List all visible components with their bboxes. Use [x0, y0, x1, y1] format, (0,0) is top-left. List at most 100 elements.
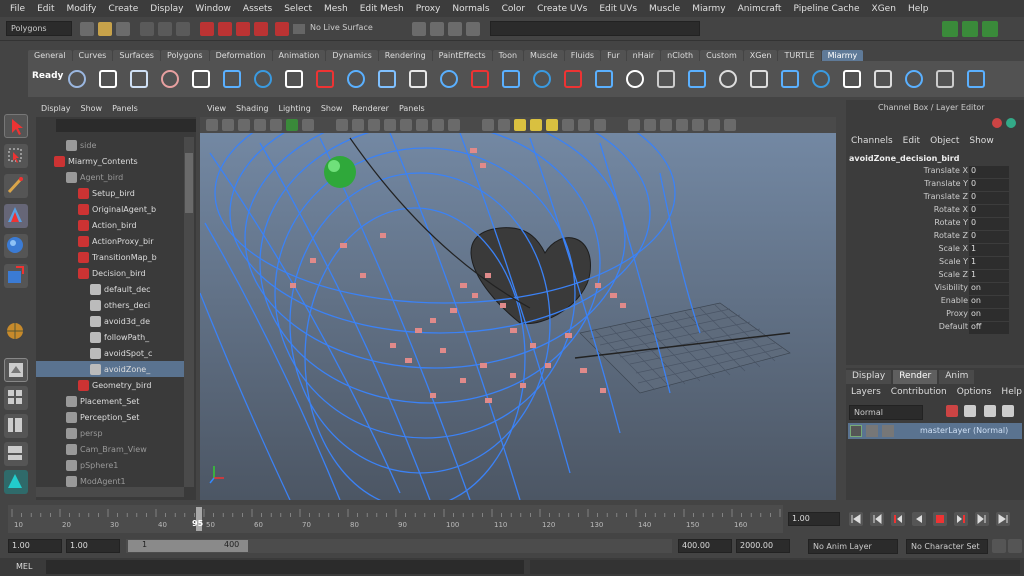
- auto-key-icon[interactable]: [992, 539, 1006, 553]
- menu-display[interactable]: Display: [144, 4, 189, 14]
- shelf-tool-21-icon[interactable]: [688, 70, 706, 88]
- shelf-tab-painteffects[interactable]: PaintEffects: [432, 50, 492, 61]
- shelf-tool-28-icon[interactable]: [905, 70, 923, 88]
- step-back-key-icon[interactable]: [891, 512, 905, 526]
- rotate-tool-icon[interactable]: [4, 234, 28, 258]
- channel-attr-row[interactable]: Scale Y1: [846, 257, 1024, 270]
- layer-tab-render[interactable]: Render: [893, 370, 938, 384]
- menu-mesh[interactable]: Mesh: [318, 4, 354, 14]
- shelf-tab-surfaces[interactable]: Surfaces: [113, 50, 160, 61]
- range-slider-handle[interactable]: 1 400: [128, 540, 248, 552]
- shelf-tab-toon[interactable]: Toon: [492, 50, 524, 61]
- shelf-tool-11-icon[interactable]: [378, 70, 396, 88]
- shelf-tool-19-icon[interactable]: [626, 70, 644, 88]
- shelf-tool-26-icon[interactable]: [843, 70, 861, 88]
- shelf-tool-27-icon[interactable]: [874, 70, 892, 88]
- menu-animcraft[interactable]: Animcraft: [732, 4, 788, 14]
- channel-attr-value[interactable]: on: [969, 283, 1009, 295]
- outliner-row[interactable]: ActionProxy_bir: [36, 233, 184, 249]
- stop-icon[interactable]: [933, 512, 947, 526]
- layer-new-icon[interactable]: [946, 405, 958, 417]
- viewport-tool-7-icon[interactable]: [302, 119, 314, 131]
- four-pane-layout-icon[interactable]: [4, 386, 28, 410]
- shelf-tool-30-icon[interactable]: [967, 70, 985, 88]
- outliner-row[interactable]: avoid3d_de: [36, 313, 184, 329]
- outliner-scroll-thumb[interactable]: [185, 153, 193, 213]
- render-frame-icon[interactable]: [430, 22, 444, 36]
- outliner-row[interactable]: Miarmy_Contents: [36, 153, 184, 169]
- magnet-icon[interactable]: [275, 22, 289, 36]
- viewport-menu-renderer[interactable]: Renderer: [347, 104, 394, 113]
- viewport-tool-23-icon[interactable]: [594, 119, 606, 131]
- shelf-tab-deformation[interactable]: Deformation: [209, 50, 272, 61]
- universal-manipulator-icon[interactable]: [4, 320, 28, 344]
- shelf-tool-5-icon[interactable]: [192, 70, 210, 88]
- layer-mode-dropdown[interactable]: Normal: [849, 405, 923, 420]
- layer-menu-options[interactable]: Options: [952, 387, 997, 399]
- shelf-tool-22-icon[interactable]: [719, 70, 737, 88]
- outliner-filter-field[interactable]: [56, 119, 196, 132]
- outliner-menu-panels[interactable]: Panels: [107, 104, 143, 113]
- shelf-tool-13-icon[interactable]: [440, 70, 458, 88]
- viewport-tool-24-icon[interactable]: [628, 119, 640, 131]
- channel-attr-value[interactable]: 1: [969, 244, 1009, 256]
- menu-create[interactable]: Create: [102, 4, 144, 14]
- anim-layer-dropdown[interactable]: No Anim Layer: [808, 539, 898, 554]
- outliner-row[interactable]: TransitionMap_b: [36, 249, 184, 265]
- outliner-menu-display[interactable]: Display: [36, 104, 76, 113]
- channel-attr-row[interactable]: Enable on: [846, 296, 1024, 309]
- menu-miarmy[interactable]: Miarmy: [686, 4, 731, 14]
- menu-edit-uvs[interactable]: Edit UVs: [593, 4, 643, 14]
- outliner-menu-show[interactable]: Show: [76, 104, 108, 113]
- layer-menu-layers[interactable]: Layers: [846, 387, 886, 399]
- layer-settings-icon[interactable]: [882, 425, 894, 437]
- character-set-dropdown[interactable]: No Character Set: [906, 539, 988, 554]
- menu-edit[interactable]: Edit: [31, 4, 60, 14]
- outliner-row[interactable]: ModAgent1: [36, 473, 184, 487]
- shelf-tab-xgen[interactable]: XGen: [743, 50, 778, 61]
- outliner-row[interactable]: Geometry_bird: [36, 377, 184, 393]
- channel-attr-row[interactable]: Translate Z0: [846, 192, 1024, 205]
- outliner-row[interactable]: persp: [36, 425, 184, 441]
- viewport-tool-6-icon[interactable]: [286, 119, 298, 131]
- outliner-row[interactable]: default_dec: [36, 281, 184, 297]
- menu-edit-mesh[interactable]: Edit Mesh: [354, 4, 410, 14]
- shelf-tab-general[interactable]: General: [28, 50, 72, 61]
- viewport-canvas[interactable]: [200, 133, 836, 500]
- shelf-tool-4-icon[interactable]: [161, 70, 179, 88]
- outliner-scrollbar[interactable]: [184, 137, 194, 487]
- menu-file[interactable]: File: [4, 4, 31, 14]
- viewport-tool-22-icon[interactable]: [578, 119, 590, 131]
- menu-assets[interactable]: Assets: [237, 4, 278, 14]
- viewport-menu-shading[interactable]: Shading: [231, 104, 274, 113]
- viewport-tool-10-icon[interactable]: [368, 119, 380, 131]
- render-view-icon[interactable]: [412, 22, 426, 36]
- channel-menu-edit[interactable]: Edit: [898, 136, 925, 146]
- master-layer-row[interactable]: masterLayer (Normal): [848, 423, 1022, 439]
- select-component-icon[interactable]: [176, 22, 190, 36]
- viewport-menu-show[interactable]: Show: [316, 104, 348, 113]
- outliner-row[interactable]: others_deci: [36, 297, 184, 313]
- persp-outliner-layout-icon[interactable]: [4, 414, 28, 438]
- shelf-tab-polygons[interactable]: Polygons: [160, 50, 209, 61]
- outliner-row[interactable]: OriginalAgent_b: [36, 201, 184, 217]
- channel-attr-value[interactable]: 1: [969, 257, 1009, 269]
- shelf-tool-15-icon[interactable]: [502, 70, 520, 88]
- preferences-icon[interactable]: [1008, 539, 1022, 553]
- menu-select[interactable]: Select: [278, 4, 318, 14]
- move-tool-icon[interactable]: [4, 204, 28, 228]
- viewport-tool-1-icon[interactable]: [206, 119, 218, 131]
- shelf-tab-rendering[interactable]: Rendering: [378, 50, 432, 61]
- menu-window[interactable]: Window: [189, 4, 237, 14]
- graph-layout-icon[interactable]: [4, 442, 28, 466]
- channel-attr-row[interactable]: Scale X1: [846, 244, 1024, 257]
- ipr-render-icon[interactable]: [448, 22, 462, 36]
- shelf-tab-muscle[interactable]: Muscle: [524, 50, 564, 61]
- shelf-tool-18-icon[interactable]: [595, 70, 613, 88]
- menu-help[interactable]: Help: [902, 4, 935, 14]
- shelf-tool-10-icon[interactable]: [347, 70, 365, 88]
- viewport-tool-3-icon[interactable]: [238, 119, 250, 131]
- save-scene-icon[interactable]: [116, 22, 130, 36]
- playback-start-field[interactable]: 1.00: [66, 539, 120, 553]
- snap-curve-icon[interactable]: [218, 22, 232, 36]
